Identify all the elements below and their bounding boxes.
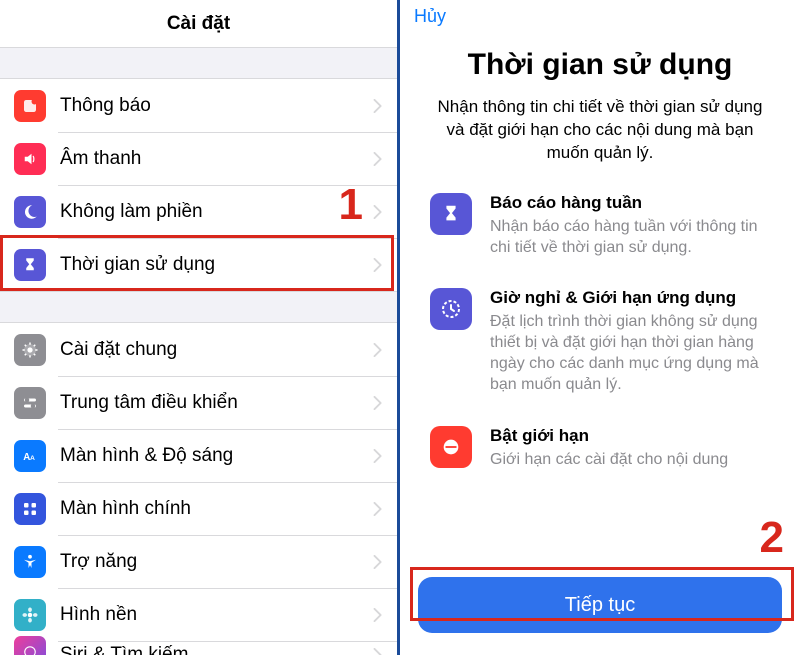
row-dnd[interactable]: Không làm phiền [0,185,397,238]
intro-title: Thời gian sử dụng [400,38,800,96]
row-label: Thông báo [60,95,373,117]
hourglass-icon [14,249,46,281]
chevron-right-icon [373,555,383,569]
screen-time-intro-pane: Hủy Thời gian sử dụng Nhận thông tin chi… [400,0,800,655]
chevron-right-icon [373,648,383,655]
feature-desc: Giới hạn các cài đặt cho nội dung [490,450,770,471]
feature-restrictions: Bật giới hạn Giới hạn các cài đặt cho nộ… [400,426,800,472]
moon-icon [14,196,46,228]
row-screen-time[interactable]: Thời gian sử dụng [0,238,397,291]
row-label: Không làm phiền [60,201,373,223]
row-siri[interactable]: Siri & Tìm kiếm [0,641,397,655]
gear-icon [14,334,46,366]
chevron-right-icon [373,205,383,219]
siri-icon [14,636,46,655]
grid-icon [14,493,46,525]
hourglass-icon [430,193,472,235]
notifications-icon [14,90,46,122]
chevron-right-icon [373,152,383,166]
group-spacer [0,48,397,78]
chevron-right-icon [373,343,383,357]
row-label: Màn hình chính [60,498,373,520]
feature-heading: Bật giới hạn [490,426,770,446]
row-notifications[interactable]: Thông báo [0,79,397,132]
feature-downtime: Giờ nghỉ & Giới hạn ứng dụng Đặt lịch tr… [400,288,800,425]
row-label: Trợ năng [60,551,373,573]
continue-wrap: Tiếp tục [400,577,800,633]
restrictions-icon [430,426,472,468]
chevron-right-icon [373,99,383,113]
accessibility-icon [14,546,46,578]
row-label: Màn hình & Độ sáng [60,445,373,467]
svg-text:A: A [30,454,35,461]
feature-weekly-report: Báo cáo hàng tuần Nhận báo cáo hàng tuần… [400,193,800,289]
sound-icon [14,143,46,175]
clock-limit-icon [430,288,472,330]
svg-text:A: A [23,451,30,462]
chevron-right-icon [373,258,383,272]
row-display[interactable]: AA Màn hình & Độ sáng [0,429,397,482]
settings-group-1: Thông báo Âm thanh Không làm phiền Thời … [0,78,397,292]
chevron-right-icon [373,396,383,410]
text-size-icon: AA [14,440,46,472]
row-control-center[interactable]: Trung tâm điều khiển [0,376,397,429]
settings-title: Cài đặt [167,13,230,35]
row-accessibility[interactable]: Trợ năng [0,535,397,588]
settings-header: Cài đặt [0,0,397,48]
cancel-button[interactable]: Hủy [414,6,446,26]
chevron-right-icon [373,608,383,622]
intro-subtitle: Nhận thông tin chi tiết về thời gian sử … [400,96,800,193]
continue-button[interactable]: Tiếp tục [418,577,782,633]
modal-header: Hủy [400,0,800,38]
row-sounds[interactable]: Âm thanh [0,132,397,185]
row-label: Âm thanh [60,148,373,170]
row-label: Cài đặt chung [60,339,373,361]
settings-group-2: Cài đặt chung Trung tâm điều khiển AA Mà… [0,322,397,655]
group-spacer [0,292,397,322]
feature-heading: Báo cáo hàng tuần [490,193,770,213]
row-label: Hình nền [60,604,373,626]
chevron-right-icon [373,502,383,516]
row-general[interactable]: Cài đặt chung [0,323,397,376]
step-2-badge: 2 [760,513,784,563]
row-label: Trung tâm điều khiển [60,392,373,414]
row-wallpaper[interactable]: Hình nền [0,588,397,641]
toggles-icon [14,387,46,419]
row-home-screen[interactable]: Màn hình chính [0,482,397,535]
flower-icon [14,599,46,631]
row-label: Siri & Tìm kiếm [60,644,373,655]
feature-desc: Nhận báo cáo hàng tuần với thông tin chi… [490,217,770,259]
settings-pane: Cài đặt Thông báo Âm thanh Không làm phi… [0,0,400,655]
row-label: Thời gian sử dụng [60,254,373,276]
chevron-right-icon [373,449,383,463]
feature-heading: Giờ nghỉ & Giới hạn ứng dụng [490,288,770,308]
feature-desc: Đặt lịch trình thời gian không sử dụng t… [490,312,770,395]
